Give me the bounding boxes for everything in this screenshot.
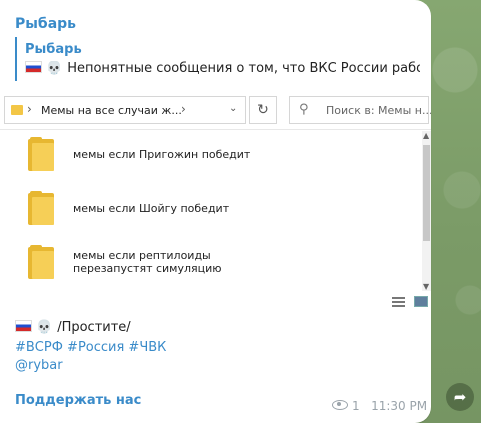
folder-name: мемы если Пригожин победит bbox=[73, 148, 251, 161]
chevron-right-icon: › bbox=[181, 102, 186, 116]
skull-icon: 💀 bbox=[46, 61, 63, 76]
list-item[interactable]: мемы если рептилоиды перезапустят симуля… bbox=[26, 245, 386, 285]
refresh-button[interactable]: ↻ bbox=[249, 96, 277, 124]
list-item[interactable]: мемы если Шойгу победит bbox=[26, 191, 386, 231]
russia-flag-icon bbox=[15, 320, 32, 332]
folder-icon bbox=[26, 191, 56, 225]
reply-author: Рыбарь bbox=[25, 42, 82, 57]
channel-handle-link[interactable]: @rybar bbox=[15, 358, 63, 373]
message-meta: 1 11:30 PM bbox=[332, 399, 427, 413]
reply-text: Непонятные сообщения о том, что ВКС Росс… bbox=[67, 61, 420, 76]
post-caption: 💀 /Простите/ bbox=[15, 320, 131, 335]
message-bubble: Рыбарь Рыбарь 💀 Непонятные сообщения о то… bbox=[0, 0, 431, 423]
chevron-up-icon[interactable]: ▲ bbox=[423, 131, 429, 140]
share-button[interactable]: ➦ bbox=[446, 383, 474, 411]
eye-icon bbox=[332, 400, 348, 410]
chevron-down-icon[interactable]: ⌄ bbox=[229, 103, 237, 114]
scrollbar-thumb[interactable] bbox=[423, 145, 430, 241]
support-link[interactable]: Поддержать нас bbox=[15, 393, 141, 408]
skull-icon: 💀 bbox=[36, 320, 53, 335]
address-bar[interactable]: › Мемы на все случаи ж... › ⌄ bbox=[4, 96, 246, 124]
folder-name: мемы если Шойгу победит bbox=[73, 202, 230, 215]
chevron-right-icon: › bbox=[27, 102, 32, 116]
view-count: 1 bbox=[352, 399, 360, 413]
russia-flag-icon bbox=[25, 61, 42, 73]
folder-icon bbox=[26, 245, 56, 279]
share-icon: ➦ bbox=[453, 388, 467, 406]
search-icon: ⚲ bbox=[299, 102, 309, 117]
search-field[interactable]: ⚲ Поиск в: Мемы н... bbox=[289, 96, 431, 124]
reply-preview[interactable]: Рыбарь 💀 Непонятные сообщения о том, что … bbox=[15, 37, 420, 81]
breadcrumb[interactable]: Мемы на все случаи ж... bbox=[41, 104, 182, 117]
search-placeholder: Поиск в: Мемы н... bbox=[326, 104, 431, 117]
folder-name: мемы если рептилоиды перезапустят симуля… bbox=[73, 249, 222, 275]
folder-list: мемы если Пригожин победит мемы если Шой… bbox=[0, 131, 420, 289]
refresh-icon: ↻ bbox=[257, 102, 269, 118]
caption-text: /Простите/ bbox=[57, 320, 131, 335]
details-view-icon[interactable] bbox=[392, 297, 405, 307]
view-toggle bbox=[392, 296, 430, 308]
folder-icon bbox=[26, 137, 56, 171]
list-item[interactable]: мемы если Пригожин победит bbox=[26, 137, 386, 177]
scrollbar[interactable]: ▲ ▼ bbox=[422, 131, 431, 291]
chevron-down-icon[interactable]: ▼ bbox=[423, 282, 429, 291]
folder-icon bbox=[11, 105, 23, 115]
large-icons-view-icon[interactable] bbox=[414, 296, 428, 307]
file-explorer-image: › Мемы на все случаи ж... › ⌄ ↻ ⚲ Поиск … bbox=[0, 91, 431, 310]
hashtags[interactable]: #ВСРФ #Россия #ЧВК bbox=[15, 340, 166, 355]
explorer-toolbar: › Мемы на все случаи ж... › ⌄ ↻ ⚲ Поиск … bbox=[0, 91, 431, 130]
message-time: 11:30 PM bbox=[371, 399, 428, 413]
reply-text-line: 💀 Непонятные сообщения о том, что ВКС Рос… bbox=[25, 61, 420, 76]
channel-name[interactable]: Рыбарь bbox=[15, 16, 76, 32]
